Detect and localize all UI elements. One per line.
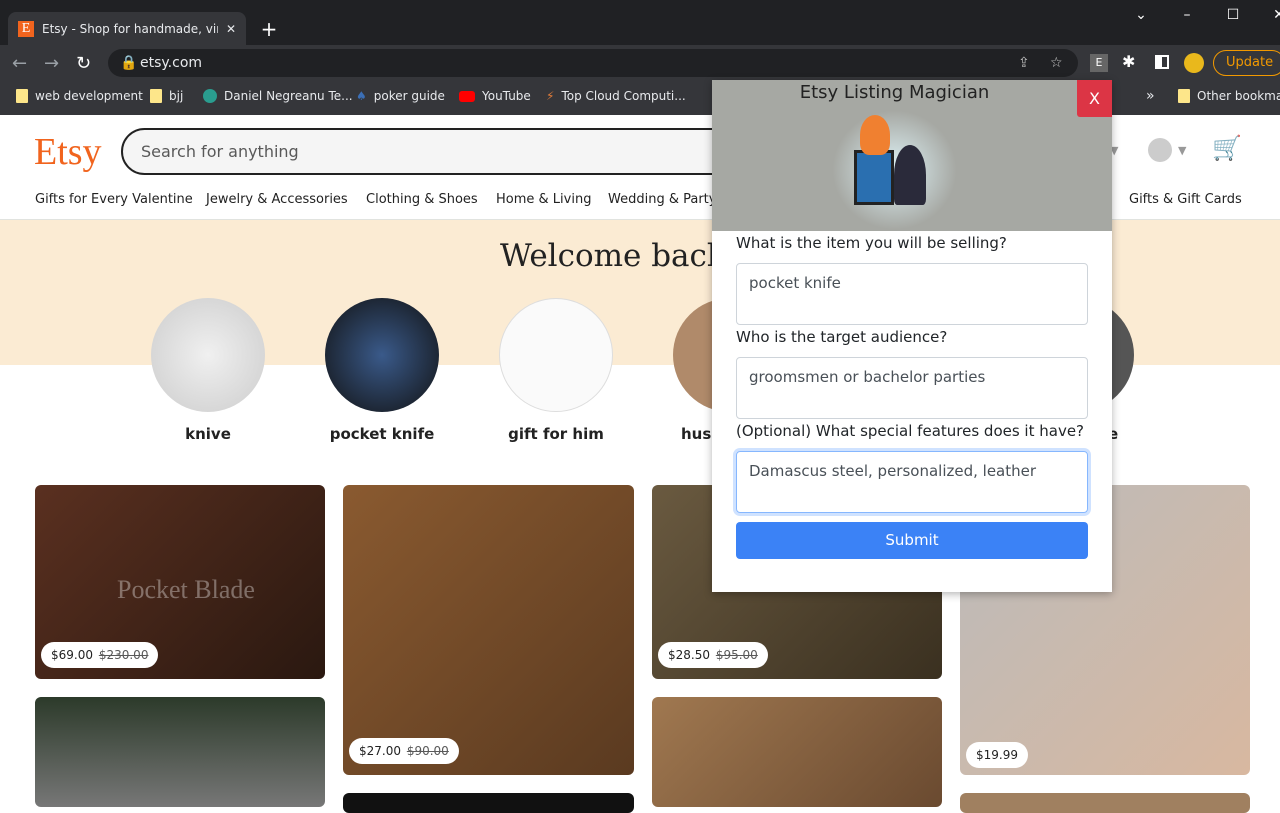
nav-jewelry[interactable]: Jewelry & Accessories (206, 192, 348, 207)
cart-icon[interactable]: 🛒 (1212, 134, 1242, 162)
sidepanel-icon[interactable] (1155, 55, 1169, 69)
star-icon[interactable]: ☆ (1050, 49, 1063, 77)
listing-card[interactable]: Pocket Blade $69.00 $230.00 (35, 485, 325, 679)
tab-etsy[interactable]: E Etsy - Shop for handmade, vintage ✕ (8, 12, 246, 45)
bookmark-youtube[interactable]: YouTube (459, 89, 531, 103)
bookmark-label: Other bookmarks (1197, 89, 1280, 103)
back-icon[interactable]: ← (12, 53, 27, 74)
site-icon: ⚡ (546, 89, 555, 103)
circle-label: pocket knife (329, 425, 435, 443)
nav-valentine[interactable]: Gifts for Every Valentine (35, 192, 193, 207)
bookmark-label: Daniel Negreanu Te... (224, 89, 353, 103)
puzzle-icon[interactable]: ✱ (1122, 52, 1135, 71)
more-bookmarks-icon[interactable]: » (1146, 88, 1155, 104)
fire-icon (860, 115, 890, 155)
bookmark-label: poker guide (373, 89, 445, 103)
bookmark-bjj[interactable]: bjj (150, 89, 183, 103)
bookmark-label: web development (35, 89, 143, 103)
listing-card[interactable] (960, 793, 1250, 813)
site-icon (203, 89, 217, 103)
audience-textarea[interactable]: groomsmen or bachelor parties (736, 357, 1088, 419)
address-bar[interactable]: 🔒 etsy.com ⇪ ☆ (108, 49, 1078, 77)
nav-gifts[interactable]: Gifts & Gift Cards (1129, 192, 1242, 207)
bookmark-poker-guide[interactable]: ♠ poker guide (356, 89, 445, 103)
bookmark-daniel-negreanu[interactable]: Daniel Negreanu Te... (203, 89, 353, 103)
wizard-logo-icon (832, 110, 957, 230)
folder-icon (16, 89, 28, 103)
price-badge: $27.00 $90.00 (349, 738, 459, 764)
new-tab-button[interactable]: + (256, 16, 282, 42)
submit-button[interactable]: Submit (736, 522, 1088, 559)
bookmark-top-cloud[interactable]: ⚡ Top Cloud Computi... (546, 89, 686, 103)
forward-icon[interactable]: → (44, 53, 59, 74)
nav-wedding[interactable]: Wedding & Party (608, 192, 716, 207)
avatar[interactable] (1184, 53, 1204, 73)
tab-title: Etsy - Shop for handmade, vintage (42, 21, 218, 36)
maximize-button[interactable]: ☐ (1210, 0, 1256, 30)
circle-pocket-knife[interactable] (325, 298, 439, 412)
price-badge: $28.50 $95.00 (658, 642, 768, 668)
browser-toolbar: ← → ↻ 🔒 etsy.com ⇪ ☆ E ✱ Update (0, 45, 1280, 81)
spade-icon: ♠ (356, 89, 367, 103)
folder-icon (1178, 89, 1190, 103)
folder-icon (150, 89, 162, 103)
circle-gift-for-him[interactable] (499, 298, 613, 412)
listing-card[interactable] (35, 697, 325, 807)
bookmark-web-development[interactable]: web development (16, 89, 143, 103)
price-badge: $69.00 $230.00 (41, 642, 159, 668)
item-label: What is the item you will be selling? (736, 234, 1007, 252)
youtube-icon (459, 90, 475, 102)
extension-popup: Etsy Listing Magician X What is the item… (712, 80, 1112, 592)
url-text: etsy.com (140, 55, 203, 71)
etsy-logo[interactable]: Etsy (34, 130, 102, 174)
listing-card[interactable]: $27.00 $90.00 (343, 485, 634, 775)
update-button[interactable]: Update (1213, 50, 1280, 76)
listing-card[interactable] (343, 793, 634, 813)
audience-label: Who is the target audience? (736, 328, 948, 346)
popup-header: Etsy Listing Magician X (712, 80, 1112, 231)
etsy-favicon-icon: E (18, 20, 34, 37)
features-textarea[interactable]: Damascus steel, personalized, leather (736, 451, 1088, 513)
circle-label: gift for him (508, 425, 604, 443)
chevron-down-icon[interactable]: ▼ (1178, 144, 1186, 157)
reload-icon[interactable]: ↻ (76, 53, 91, 74)
computer-icon (854, 150, 894, 205)
item-textarea[interactable]: pocket knife (736, 263, 1088, 325)
close-button[interactable]: X (1077, 80, 1112, 117)
close-window-button[interactable]: ✕ (1256, 0, 1280, 30)
extension-e-icon[interactable]: E (1090, 54, 1108, 72)
share-icon[interactable]: ⇪ (1018, 49, 1030, 77)
listing-card[interactable] (652, 697, 942, 807)
minimize-button[interactable]: – (1164, 0, 1210, 30)
image-watermark: Pocket Blade (117, 575, 255, 604)
wizard-figure-icon (894, 145, 926, 205)
tab-bar: E Etsy - Shop for handmade, vintage ✕ + … (0, 0, 1280, 45)
lock-icon: 🔒 (120, 55, 138, 71)
bookmark-label: bjj (169, 89, 184, 103)
search-input[interactable]: Search for anything (121, 128, 761, 175)
features-label: (Optional) What special features does it… (736, 422, 1085, 440)
welcome-heading: Welcome back, (500, 238, 736, 274)
popup-title: Etsy Listing Magician (799, 82, 990, 103)
nav-home[interactable]: Home & Living (496, 192, 591, 207)
circle-label: knive (185, 425, 231, 443)
account-icon[interactable] (1148, 138, 1172, 162)
other-bookmarks[interactable]: Other bookmarks (1178, 89, 1280, 103)
nav-clothing[interactable]: Clothing & Shoes (366, 192, 478, 207)
close-tab-icon[interactable]: ✕ (226, 22, 236, 36)
price-badge: $19.99 (966, 742, 1028, 768)
bookmark-label: YouTube (482, 89, 531, 103)
bookmark-label: Top Cloud Computi... (561, 89, 686, 103)
circle-knive[interactable] (151, 298, 265, 412)
tab-search-icon[interactable]: ⌄ (1118, 0, 1164, 30)
